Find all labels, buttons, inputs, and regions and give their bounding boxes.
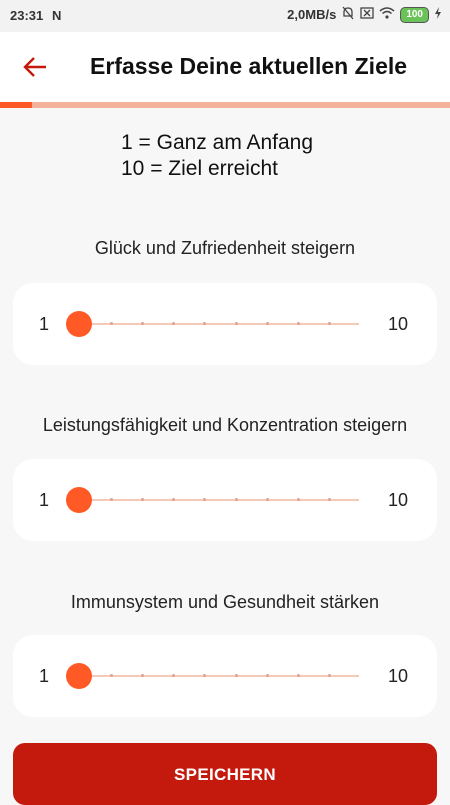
slider-tick — [327, 322, 331, 325]
slider-min-label: 1 — [39, 490, 50, 510]
goal-card-performance: 1 10 — [13, 459, 437, 541]
slider-tick — [141, 498, 145, 501]
battery-indicator: 100 — [400, 6, 429, 23]
slider-tick — [110, 674, 114, 677]
slider-tick — [203, 674, 207, 677]
slider-tick — [110, 322, 114, 325]
slider-tick — [265, 322, 269, 325]
slider-tick — [141, 322, 145, 325]
slider-max-label: 10 — [388, 314, 409, 334]
wifi-icon — [379, 7, 395, 22]
slider-min-label: 1 — [39, 314, 50, 334]
slider-tick — [172, 498, 176, 501]
slider-tick — [296, 674, 300, 677]
slider-max-label: 10 — [388, 490, 409, 510]
slider-track[interactable] — [79, 674, 359, 677]
status-time: 23:31 — [10, 8, 44, 23]
slider-tick — [234, 674, 238, 677]
slider-tick — [172, 674, 176, 677]
save-button[interactable]: SPEICHERN — [13, 743, 437, 805]
mute-icon — [341, 6, 355, 23]
slider-thumb[interactable] — [66, 311, 92, 337]
scale-legend: 1 = Ganz am Anfang 10 = Ziel erreicht — [121, 130, 313, 182]
scale-legend-max: 10 = Ziel erreicht — [121, 157, 278, 180]
page-title: Erfasse Deine aktuellen Ziele — [90, 53, 408, 79]
slider-tick — [327, 498, 331, 501]
goal-title-happiness: Glück und Zufriedenheit steigern — [94, 238, 356, 258]
progress-bar-fill — [0, 102, 32, 108]
slider-tick — [203, 498, 207, 501]
slider-tick — [141, 674, 145, 677]
slider-tick — [203, 322, 207, 325]
slider-tick — [327, 674, 331, 677]
slider-min-label: 1 — [39, 666, 50, 686]
goal-title-immune: Immunsystem und Gesundheit stärken — [70, 592, 380, 612]
notification-app-icon: N — [52, 8, 62, 23]
charging-icon — [434, 7, 442, 22]
status-right: 2,0MB/s 100 — [287, 6, 442, 23]
status-bar: 23:31 N 2,0MB/s 100 — [0, 0, 450, 32]
sim-icon — [360, 7, 374, 22]
arrow-left-icon — [23, 57, 46, 77]
progress-bar — [0, 102, 450, 108]
goal-title-performance: Leistungsfähigkeit und Konzentration ste… — [42, 415, 408, 435]
slider-thumb[interactable] — [66, 663, 92, 689]
slider-tick — [265, 674, 269, 677]
slider-thumb[interactable] — [66, 487, 92, 513]
network-speed: 2,0MB/s — [287, 7, 337, 22]
slider-tick — [234, 498, 238, 501]
slider-track[interactable] — [79, 322, 359, 325]
back-button[interactable] — [20, 53, 50, 81]
slider-tick — [110, 498, 114, 501]
slider-tick — [296, 322, 300, 325]
slider-tick — [296, 498, 300, 501]
slider-tick — [265, 498, 269, 501]
slider-max-label: 10 — [388, 666, 409, 686]
slider-tick — [172, 322, 176, 325]
scale-legend-min: 1 = Ganz am Anfang — [121, 131, 314, 154]
goal-card-happiness: 1 10 — [13, 283, 437, 365]
app-bar: Erfasse Deine aktuellen Ziele — [0, 32, 450, 102]
slider-tick — [234, 322, 238, 325]
slider-track[interactable] — [79, 498, 359, 501]
goal-card-immune: 1 10 — [13, 635, 437, 717]
